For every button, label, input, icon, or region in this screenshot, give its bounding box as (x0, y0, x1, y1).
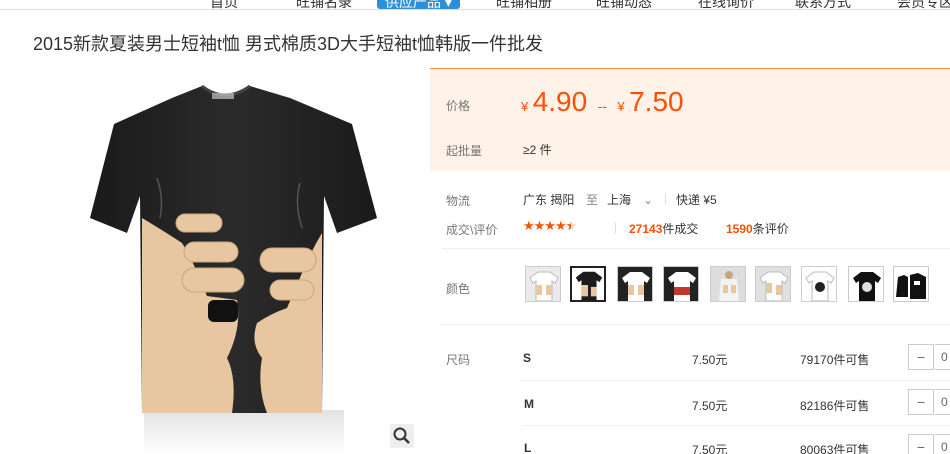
chevron-down-icon: ⌄ (643, 193, 654, 207)
color-swatch-black-print[interactable] (848, 266, 884, 302)
tshirt-hands-image (90, 84, 377, 454)
quantity-input-m[interactable]: 0 (935, 389, 950, 415)
color-swatch-model-grey[interactable] (710, 266, 746, 302)
price-currency-high: ¥ (617, 99, 625, 114)
quantity-minus-button[interactable]: − (908, 344, 934, 370)
quantity-input-s[interactable]: 0 (935, 344, 950, 370)
price-low: 4.90 (532, 86, 588, 117)
review-count-link[interactable]: 1590条评价 (726, 220, 789, 237)
size-price-s: 7.50元 (692, 353, 728, 367)
review-count: 1590 (726, 222, 753, 236)
nav-item-contact[interactable]: 联系方式 (795, 0, 851, 9)
quantity-input-l[interactable]: 0 (935, 434, 950, 454)
top-nav: 首页 旺铺名录 供应产品 ▾ 旺铺相册 旺铺动态 在线询价 联系方式 会员专区 (0, 0, 950, 10)
price-currency-low: ¥ (521, 99, 529, 114)
logistics-to-word: 至 (586, 193, 599, 207)
nav-item-products[interactable]: 供应产品 ▾ (377, 0, 460, 9)
logistics-destination-select[interactable]: 上海 ⌄ (607, 191, 653, 208)
nav-item-member[interactable]: 会员专区 (897, 0, 950, 9)
moq-value: ≥2 件 (523, 143, 552, 157)
price-range: ¥ 4.90 -- ¥ 7.50 (521, 86, 684, 118)
size-price-m: 7.50元 (692, 399, 728, 413)
logistics-label: 物流 (446, 194, 471, 208)
sold-count-link[interactable]: 27143件成交 (629, 220, 698, 237)
nav-item-products-label: 供应产品 (385, 0, 441, 10)
price-panel (430, 68, 950, 171)
size-name-l: L (524, 441, 532, 454)
color-swatch-white-dark-print[interactable] (801, 266, 837, 302)
nav-item-inquiry[interactable]: 在线询价 (698, 0, 754, 9)
product-title: 2015新款夏装男士短袖t恤 男式棉质3D大手短袖t恤韩版一件批发 (33, 34, 544, 54)
divider (442, 248, 950, 249)
nav-item-home[interactable]: 首页 (210, 0, 238, 9)
divider: | (664, 191, 668, 205)
price-high: 7.50 (629, 86, 684, 117)
color-swatch-red-white[interactable] (663, 266, 699, 302)
logistics-from: 广东 揭阳 (523, 193, 575, 207)
size-stock-l: 80063件可售 (800, 443, 870, 454)
divider (522, 380, 950, 381)
size-price-l: 7.50元 (692, 443, 728, 454)
nav-item-directory[interactable]: 旺铺名录 (296, 0, 352, 9)
divider (522, 425, 950, 426)
quantity-minus-button[interactable]: − (908, 434, 934, 454)
nav-item-album[interactable]: 旺铺相册 (496, 0, 552, 9)
magnifier-icon[interactable] (390, 424, 414, 448)
size-name-m: M (524, 397, 534, 411)
review-suffix: 条评价 (752, 222, 789, 236)
size-name-s: S (523, 351, 532, 365)
sold-count: 27143 (629, 222, 663, 236)
size-stock-s: 79170件可售 (800, 353, 870, 367)
rating-stars: ★★★★★★ (523, 218, 577, 233)
nav-item-news[interactable]: 旺铺动态 (596, 0, 652, 9)
moq-label: 起批量 (446, 144, 483, 158)
sold-suffix: 件成交 (662, 222, 699, 236)
color-label: 颜色 (446, 282, 471, 296)
color-swatch-black[interactable] (570, 266, 606, 302)
quantity-minus-button[interactable]: − (908, 389, 934, 415)
express-fee: 快递 ¥5 (676, 193, 717, 207)
price-dash: -- (597, 98, 607, 114)
price-label: 价格 (446, 99, 471, 113)
divider: | (614, 220, 618, 234)
deals-label: 成交\评价 (446, 223, 498, 237)
product-image[interactable] (32, 68, 418, 454)
size-label: 尺码 (446, 353, 471, 367)
divider (442, 324, 950, 325)
color-swatch-white-2[interactable] (617, 266, 653, 302)
color-swatch-black-pair[interactable] (893, 266, 929, 302)
color-swatch-white-3[interactable] (755, 266, 791, 302)
color-swatch-white[interactable] (525, 266, 561, 302)
size-stock-m: 82186件可售 (800, 399, 870, 413)
logistics-destination: 上海 (607, 193, 632, 207)
